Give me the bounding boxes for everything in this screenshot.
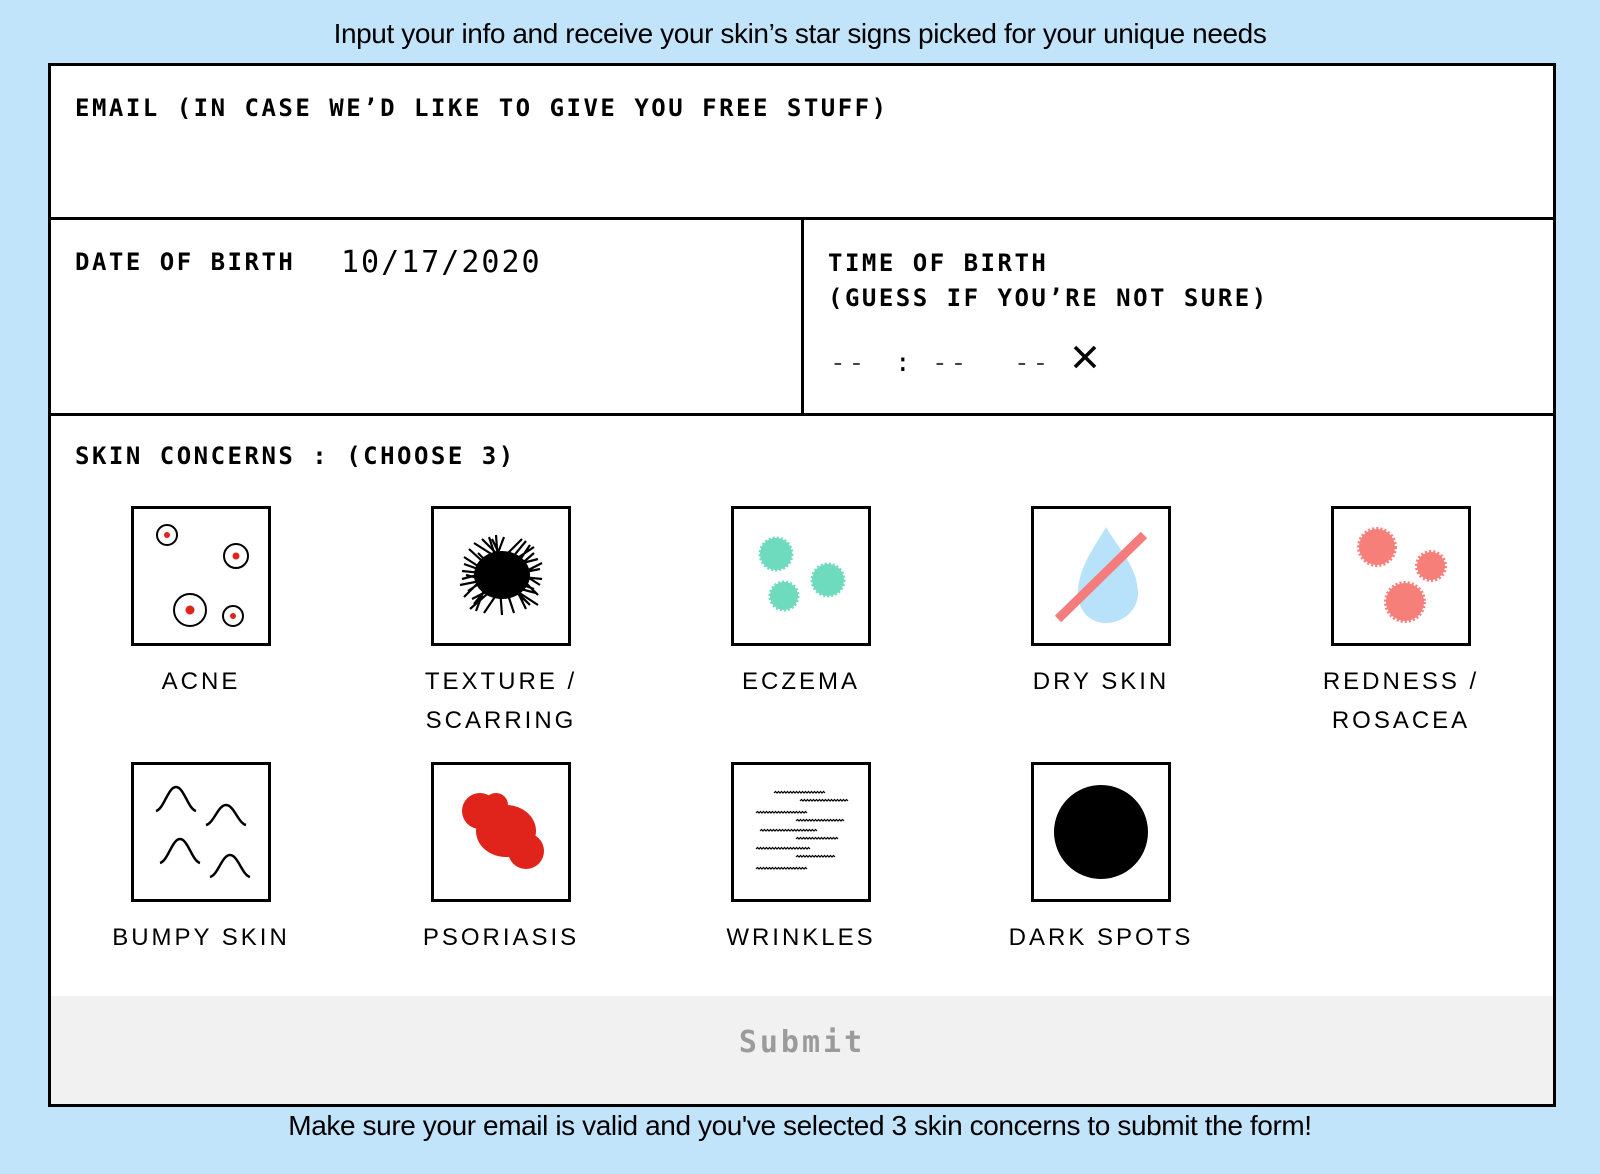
dob-section: DATE OF BIRTH (51, 220, 804, 416)
concern-label: PSORIASIS (422, 924, 580, 951)
skin-concerns-label: SKIN CONCERNS : (CHOOSE 3) (75, 442, 516, 470)
concern-wrinkles[interactable]: WRINKLES (681, 762, 921, 957)
tob-label: TIME OF BIRTH (GUESS IF YOU’RE NOT SURE) (828, 246, 1269, 316)
email-label: EMAIL (IN CASE WE’D LIKE TO GIVE YOU FRE… (75, 94, 889, 122)
acne-icon (131, 506, 271, 646)
dry-skin-icon (1031, 506, 1171, 646)
concern-bumpy-skin[interactable]: BUMPY SKIN (81, 762, 321, 957)
texture-icon (431, 506, 571, 646)
redness-icon (1331, 506, 1471, 646)
concern-label: REDNESS / ROSACEA (1322, 668, 1480, 734)
tob-section: TIME OF BIRTH (GUESS IF YOU’RE NOT SURE)… (804, 220, 1553, 416)
concern-label: TEXTURE / SCARRING (424, 668, 578, 734)
email-field[interactable] (75, 146, 1519, 198)
concern-texture[interactable]: TEXTURE / SCARRING (381, 506, 621, 740)
skin-concerns-section: SKIN CONCERNS : (CHOOSE 3) ACNE TEXTURE … (51, 416, 1553, 996)
submit-button[interactable]: Submit (51, 996, 1553, 1104)
concern-label: DRY SKIN (1032, 668, 1170, 695)
concern-label: ECZEMA (741, 668, 860, 695)
bumpy-skin-icon (131, 762, 271, 902)
tob-label-line2: (GUESS IF YOU’RE NOT SURE) (828, 284, 1269, 312)
concern-redness[interactable]: REDNESS / ROSACEA (1281, 506, 1521, 740)
email-section: EMAIL (IN CASE WE’D LIKE TO GIVE YOU FRE… (51, 66, 1553, 220)
wrinkles-icon (731, 762, 871, 902)
dark-spots-icon (1031, 762, 1171, 902)
dob-field[interactable] (341, 242, 641, 282)
concern-psoriasis[interactable]: PSORIASIS (381, 762, 621, 957)
ampm-field[interactable]: -- (1014, 348, 1051, 378)
eczema-icon (731, 506, 871, 646)
concern-label: WRINKLES (726, 924, 876, 951)
close-icon[interactable] (1070, 342, 1100, 372)
time-separator: : (895, 348, 914, 378)
header-text: Input your info and receive your skin’s … (333, 18, 1267, 49)
hour-field[interactable]: -- (830, 348, 867, 378)
psoriasis-icon (431, 762, 571, 902)
minute-field[interactable]: -- (932, 348, 969, 378)
concern-label: DARK SPOTS (1008, 924, 1194, 951)
concern-dry-skin[interactable]: DRY SKIN (981, 506, 1221, 701)
dob-label: DATE OF BIRTH (75, 248, 296, 276)
concern-dark-spots[interactable]: DARK SPOTS (981, 762, 1221, 957)
skin-form: EMAIL (IN CASE WE’D LIKE TO GIVE YOU FRE… (48, 63, 1556, 1107)
tob-label-line1: TIME OF BIRTH (828, 249, 1049, 277)
concern-acne[interactable]: ACNE (81, 506, 321, 701)
footer-text: Make sure your email is valid and you've… (288, 1110, 1312, 1141)
concern-eczema[interactable]: ECZEMA (681, 506, 921, 701)
concern-label: BUMPY SKIN (112, 924, 290, 951)
concern-label: ACNE (161, 668, 241, 695)
